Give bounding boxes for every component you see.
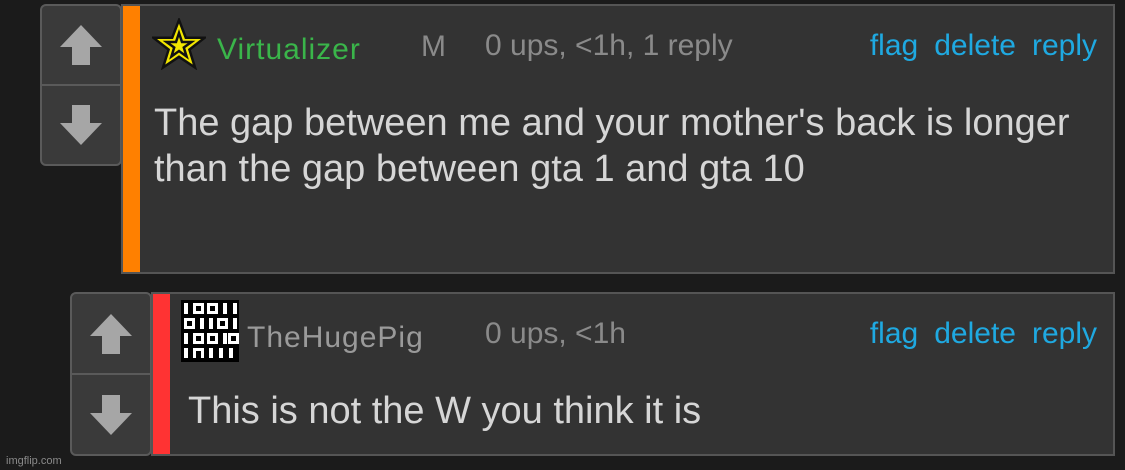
comment-text: The gap between me and your mother's bac… xyxy=(154,102,1070,190)
upvote-button[interactable] xyxy=(72,294,150,373)
comment-meta: 0 ups, <1h, 1 reply xyxy=(485,29,733,62)
arrow-down-icon xyxy=(60,105,102,145)
vote-box xyxy=(40,4,122,166)
comment: Virtualizer M 0 ups, <1h, 1 reply flag d… xyxy=(121,4,1115,274)
vote-box xyxy=(70,292,152,456)
upvote-button[interactable] xyxy=(42,6,120,84)
flag-link[interactable]: flag xyxy=(870,29,918,63)
arrow-up-icon xyxy=(60,25,102,65)
delete-link[interactable]: delete xyxy=(934,29,1016,63)
star-icon xyxy=(152,18,206,70)
comment-header: TheHugePig 0 ups, <1h flag delete reply xyxy=(153,294,1113,362)
watermark: imgflip.com xyxy=(6,455,62,467)
downvote-button[interactable] xyxy=(42,84,120,164)
comment: TheHugePig 0 ups, <1h flag delete reply … xyxy=(151,292,1115,456)
comment-text: This is not the W you think it is xyxy=(188,390,702,432)
reply-link[interactable]: reply xyxy=(1032,29,1097,63)
binary-icon xyxy=(181,300,239,362)
comment-header: Virtualizer M 0 ups, <1h, 1 reply flag d… xyxy=(123,6,1113,70)
delete-link[interactable]: delete xyxy=(934,317,1016,351)
comment-meta: 0 ups, <1h xyxy=(485,317,626,350)
arrow-up-icon xyxy=(90,313,132,354)
username[interactable]: Virtualizer xyxy=(217,33,361,67)
comment-actions: flag delete reply xyxy=(870,29,1097,63)
downvote-button[interactable] xyxy=(72,373,150,454)
comment-actions: flag delete reply xyxy=(870,317,1097,351)
user-badge: M xyxy=(421,30,446,63)
username[interactable]: TheHugePig xyxy=(247,321,424,355)
reply-link[interactable]: reply xyxy=(1032,317,1097,351)
arrow-down-icon xyxy=(90,394,132,435)
flag-link[interactable]: flag xyxy=(870,317,918,351)
